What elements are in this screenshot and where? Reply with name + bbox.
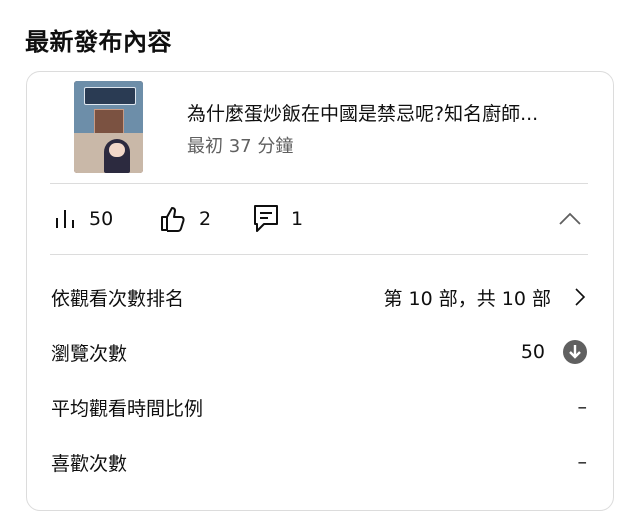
comments-stat: 1 bbox=[253, 184, 303, 254]
video-title[interactable]: 為什麼蛋炒飯在中國是禁忌呢?知名廚師... bbox=[187, 99, 597, 126]
metric-label: 喜歡次數 bbox=[51, 452, 128, 475]
chevron-right-icon[interactable] bbox=[573, 287, 587, 307]
views-count: 50 bbox=[89, 208, 114, 230]
video-published-time: 最初 37 分鐘 bbox=[187, 136, 294, 157]
video-thumbnail[interactable] bbox=[74, 81, 143, 173]
metric-label: 瀏覽次數 bbox=[51, 342, 128, 365]
metric-value: – bbox=[577, 451, 588, 473]
likes-stat: 2 bbox=[159, 184, 211, 254]
likes-metric-row: 喜歡次數 – bbox=[51, 442, 587, 482]
arrow-down-circle-icon bbox=[563, 340, 587, 364]
chevron-up-icon[interactable] bbox=[557, 206, 583, 232]
metric-value: 50 bbox=[520, 341, 545, 363]
metric-value: – bbox=[577, 396, 588, 418]
metric-label: 平均觀看時間比例 bbox=[51, 397, 204, 420]
metric-value: 第 10 部，共 10 部 bbox=[383, 287, 551, 310]
comments-count: 1 bbox=[291, 208, 304, 230]
metric-label: 依觀看次數排名 bbox=[51, 287, 185, 310]
likes-count: 2 bbox=[199, 208, 212, 230]
views-stat: 50 bbox=[55, 184, 113, 254]
avg-watch-ratio-row: 平均觀看時間比例 – bbox=[51, 387, 587, 427]
views-metric-row: 瀏覽次數 50 bbox=[51, 332, 587, 372]
video-row[interactable]: 為什麼蛋炒飯在中國是禁忌呢?知名廚師... 最初 37 分鐘 bbox=[27, 72, 613, 184]
comment-icon bbox=[254, 205, 278, 232]
bar-chart-icon bbox=[56, 210, 74, 228]
rank-by-views-row[interactable]: 依觀看次數排名 第 10 部，共 10 部 bbox=[51, 277, 587, 317]
video-stats-row: 50 2 1 bbox=[27, 184, 613, 254]
thumbs-up-icon bbox=[161, 207, 185, 232]
divider bbox=[50, 254, 588, 255]
latest-content-card: 為什麼蛋炒飯在中國是禁忌呢?知名廚師... 最初 37 分鐘 50 2 1 依觀… bbox=[26, 71, 614, 511]
section-title: 最新發布內容 bbox=[25, 28, 172, 56]
